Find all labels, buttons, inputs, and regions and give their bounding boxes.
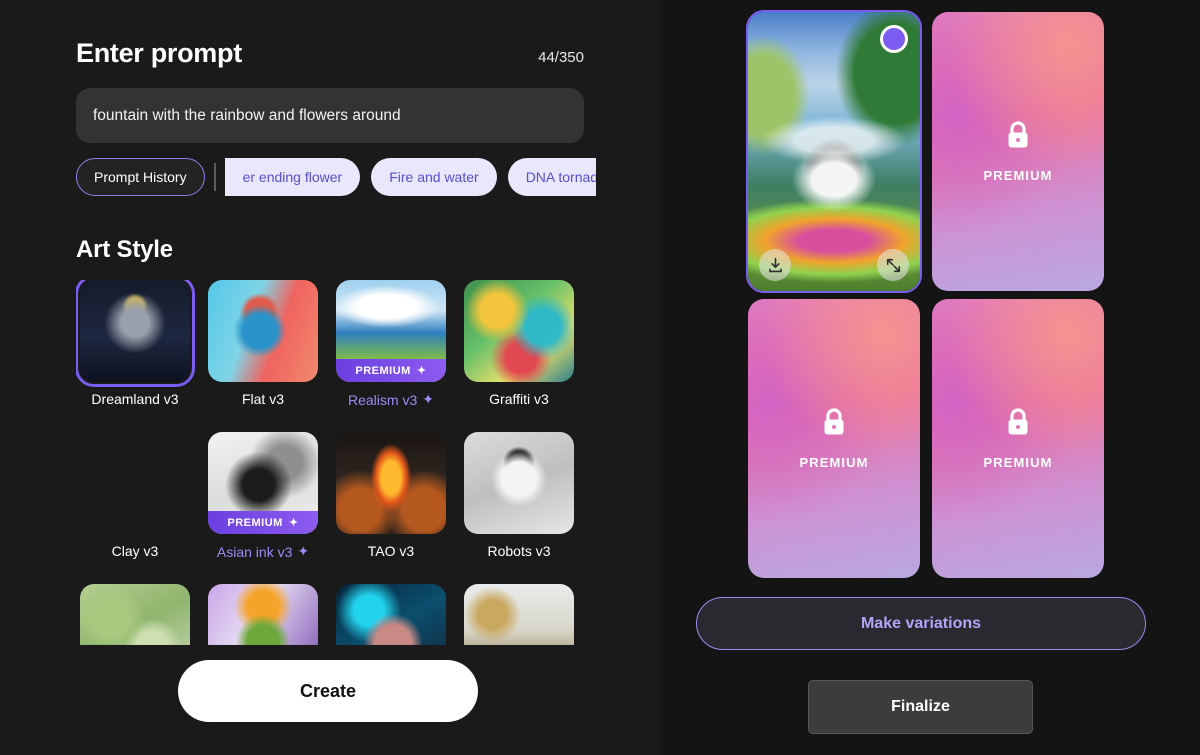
art-style-label: Robots v3 [460,543,578,559]
art-style-label: Realism v3 ✦ [332,391,450,408]
image-generator-app: Enter prompt 44/350 Prompt History er en… [0,0,1200,755]
art-style-thumbnail[interactable] [208,584,318,645]
art-style-label-text: Flat v3 [241,391,284,407]
result-card-locked[interactable]: PREMIUM [932,12,1104,291]
suggestion-chip[interactable]: er ending flower [224,158,361,196]
art-style-title: Art Style [76,236,173,263]
art-style-label: Asian ink v3 ✦ [204,543,322,560]
premium-label: PREMIUM [983,168,1053,183]
art-style-label-text: Realism v3 [348,391,418,408]
suggestion-chip-label: DNA tornado [525,169,596,185]
thumbnail-artwork [464,432,574,534]
art-style-label-text: Asian ink v3 [216,543,293,560]
thumbnail-artwork [80,584,190,645]
art-style-item-asian-ink-v3[interactable]: PREMIUM ✦ Asian ink v3 ✦ [204,432,322,584]
thumbnail-artwork [208,584,318,645]
selection-indicator[interactable] [880,25,908,53]
art-style-item[interactable] [76,584,194,645]
thumbnail-artwork [336,432,446,534]
finalize-button[interactable]: Finalize [808,680,1033,734]
art-style-thumbnail[interactable] [80,584,190,645]
premium-badge: PREMIUM ✦ [208,511,318,534]
art-style-item-realism-v3[interactable]: PREMIUM ✦ Realism v3 ✦ [332,280,450,432]
suggestion-chip-label: er ending flower [242,169,343,185]
results-panel: PREMIUM PREMIUM PREMIUM Make variations Fi… [660,0,1200,755]
art-style-label-text: TAO v3 [367,543,415,559]
art-style-grid[interactable]: Dreamland v3 Flat v3 PREMIUM ✦ Realism v3 ✦ Gr… [76,280,596,645]
sparkle-icon: ✦ [416,365,427,377]
page-title: Enter prompt [76,38,242,68]
art-style-label-text: Robots v3 [487,543,551,559]
sparkle-icon: ✦ [422,391,434,407]
lock-icon [1005,120,1031,155]
art-style-item-tao-v3[interactable]: TAO v3 [332,432,450,584]
art-style-label: Clay v3 [76,543,194,559]
download-icon[interactable] [759,249,791,281]
thumbnail-artwork [464,584,574,645]
prompt-header: Enter prompt 44/350 [76,38,584,69]
premium-badge-label: PREMIUM [227,516,283,529]
chips-divider [213,163,216,191]
prompt-suggestions-row: Prompt History er ending flower Fire and … [76,157,596,197]
premium-label: PREMIUM [983,455,1053,470]
suggestion-chip[interactable]: Fire and water [371,158,497,196]
thumbnail-artwork [464,280,574,382]
art-style-thumbnail[interactable]: PREMIUM ✦ [208,432,318,534]
art-style-label-text: Dreamland v3 [91,391,179,407]
prompt-history-label: Prompt History [94,169,187,185]
art-style-item-dreamland-v3[interactable]: Dreamland v3 [76,280,195,432]
lock-icon [821,407,847,442]
art-style-item[interactable] [204,584,322,645]
thumbnail-artwork [208,280,318,382]
thumbnail-artwork [80,280,190,382]
art-style-label: Flat v3 [204,391,322,407]
art-style-thumbnail[interactable] [464,280,574,382]
art-style-item[interactable] [332,584,450,645]
art-style-item-flat-v3[interactable]: Flat v3 [204,280,322,432]
art-style-label-text: Graffiti v3 [489,391,549,407]
sparkle-icon: ✦ [297,543,310,559]
art-style-thumbnail[interactable] [464,584,574,645]
art-style-thumbnail[interactable] [336,432,446,534]
premium-badge-label: PREMIUM [355,364,411,377]
art-style-item[interactable] [460,584,578,645]
thumbnail-artwork [336,584,446,645]
art-style-thumbnail[interactable] [80,432,190,534]
create-button[interactable]: Create [178,660,478,722]
art-style-thumbnail[interactable] [336,584,446,645]
art-style-label: TAO v3 [332,543,450,559]
prompt-panel: Enter prompt 44/350 Prompt History er en… [0,0,660,755]
premium-label: PREMIUM [799,455,869,470]
art-style-label: Graffiti v3 [460,391,578,407]
suggestion-chip[interactable]: DNA tornado [507,158,596,196]
result-card-image[interactable] [746,10,922,293]
thumbnail-artwork [80,432,190,534]
result-card-locked[interactable]: PREMIUM [748,299,920,578]
art-style-thumbnail[interactable]: PREMIUM ✦ [336,280,446,382]
art-style-label-text: Clay v3 [111,543,159,559]
result-card-locked[interactable]: PREMIUM [932,299,1104,578]
prompt-history-button[interactable]: Prompt History [76,158,205,196]
sparkle-icon: ✦ [288,517,299,529]
lock-icon [1005,407,1031,442]
suggestion-chip-label: Fire and water [389,169,479,185]
suggestion-chips[interactable]: er ending flower Fire and water DNA tornad… [224,158,596,196]
character-counter: 44/350 [538,49,584,66]
prompt-input[interactable] [76,88,584,143]
art-style-thumbnail[interactable] [208,280,318,382]
art-style-item-graffiti-v3[interactable]: Graffiti v3 [460,280,578,432]
art-style-label: Dreamland v3 [76,391,194,407]
premium-badge: PREMIUM ✦ [336,359,446,382]
art-style-item-robots-v3[interactable]: Robots v3 [460,432,578,584]
art-style-item-clay-v3[interactable]: Clay v3 [76,432,194,584]
art-style-thumbnail[interactable] [76,280,195,387]
make-variations-button[interactable]: Make variations [696,597,1146,650]
results-grid: PREMIUM PREMIUM PREMIUM [746,10,1104,578]
expand-icon[interactable] [877,249,909,281]
art-style-thumbnail[interactable] [464,432,574,534]
